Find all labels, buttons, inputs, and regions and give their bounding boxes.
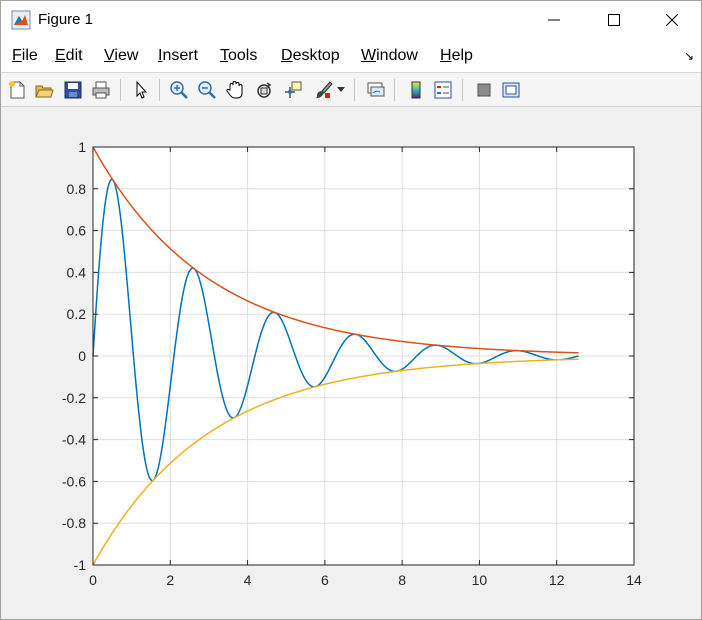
y-tick-label: -0.2 [62, 390, 86, 406]
menu-desktop[interactable]: Desktop [281, 47, 340, 65]
brush-icon[interactable] [311, 78, 335, 102]
maximize-button[interactable] [591, 1, 637, 39]
menu-tools[interactable]: Tools [220, 47, 257, 65]
figure-window: Figure 1 File Edit View Insert Tools Des… [0, 0, 702, 620]
print-icon[interactable] [89, 78, 113, 102]
x-tick-label: 12 [549, 572, 565, 588]
y-tick-label: -1 [74, 557, 87, 573]
window-title: Figure 1 [38, 11, 94, 28]
menu-window[interactable]: Window [361, 47, 418, 65]
toolbar-separator [120, 79, 121, 101]
matlab-figure-icon [11, 10, 31, 30]
toolbar-separator [159, 79, 160, 101]
insert-legend-icon[interactable] [431, 78, 455, 102]
close-button[interactable] [649, 1, 695, 39]
y-tick-label: -0.8 [62, 515, 86, 531]
new-figure-icon[interactable] [5, 78, 29, 102]
toolbar-separator [462, 79, 463, 101]
y-tick-label: 1 [78, 139, 86, 155]
x-tick-label: 8 [398, 572, 406, 588]
pan-hand-icon[interactable] [223, 78, 247, 102]
title-bar[interactable]: Figure 1 [1, 1, 701, 39]
dock-figure-icon[interactable]: ↘ [684, 49, 694, 63]
x-tick-label: 10 [472, 572, 488, 588]
zoom-in-icon[interactable] [167, 78, 191, 102]
y-tick-label: -0.4 [62, 432, 86, 448]
toolbar-separator [354, 79, 355, 101]
menu-insert[interactable]: Insert [158, 47, 198, 65]
x-tick-label: 4 [244, 572, 252, 588]
x-tick-label: 6 [321, 572, 329, 588]
brush-dropdown-icon[interactable] [335, 78, 347, 102]
y-tick-label: 0.8 [67, 181, 87, 197]
menu-help[interactable]: Help [440, 47, 473, 65]
y-tick-label: 0.6 [67, 223, 87, 239]
menu-bar: File Edit View Insert Tools Desktop Wind… [1, 39, 701, 73]
menu-view[interactable]: View [104, 47, 138, 65]
zoom-out-icon[interactable] [195, 78, 219, 102]
save-icon[interactable] [61, 78, 85, 102]
figure-canvas[interactable]: 0 2 4 6 8 10 12 14 -1 -0.8 -0.6 -0.4 -0.2 0 0.2 0.4 0.6 0… [1, 108, 701, 619]
hide-plot-tools-icon[interactable] [472, 78, 496, 102]
menu-edit[interactable]: Edit [55, 47, 83, 65]
edit-plot-arrow-icon[interactable] [129, 78, 153, 102]
figure-toolbar [1, 73, 701, 107]
y-tick-label: 0.2 [67, 306, 87, 322]
y-tick-label: 0.4 [67, 264, 87, 280]
open-file-icon[interactable] [32, 78, 56, 102]
menu-file[interactable]: File [12, 47, 38, 65]
rotate-3d-icon[interactable] [252, 78, 276, 102]
toolbar-separator [394, 79, 395, 101]
y-tick-label: -0.6 [62, 473, 86, 489]
link-plot-icon[interactable] [364, 78, 388, 102]
x-tick-label: 0 [89, 572, 97, 588]
minimize-button[interactable] [531, 1, 577, 39]
show-plot-tools-icon[interactable] [499, 78, 523, 102]
insert-colorbar-icon[interactable] [404, 78, 428, 102]
data-cursor-icon[interactable] [281, 78, 305, 102]
y-tick-label: 0 [78, 348, 86, 364]
line-chart[interactable]: 0 2 4 6 8 10 12 14 -1 -0.8 -0.6 -0.4 -0.2 0 0.2 0.4 0.6 0… [1, 108, 701, 619]
x-tick-label: 14 [626, 572, 642, 588]
x-tick-label: 2 [166, 572, 174, 588]
